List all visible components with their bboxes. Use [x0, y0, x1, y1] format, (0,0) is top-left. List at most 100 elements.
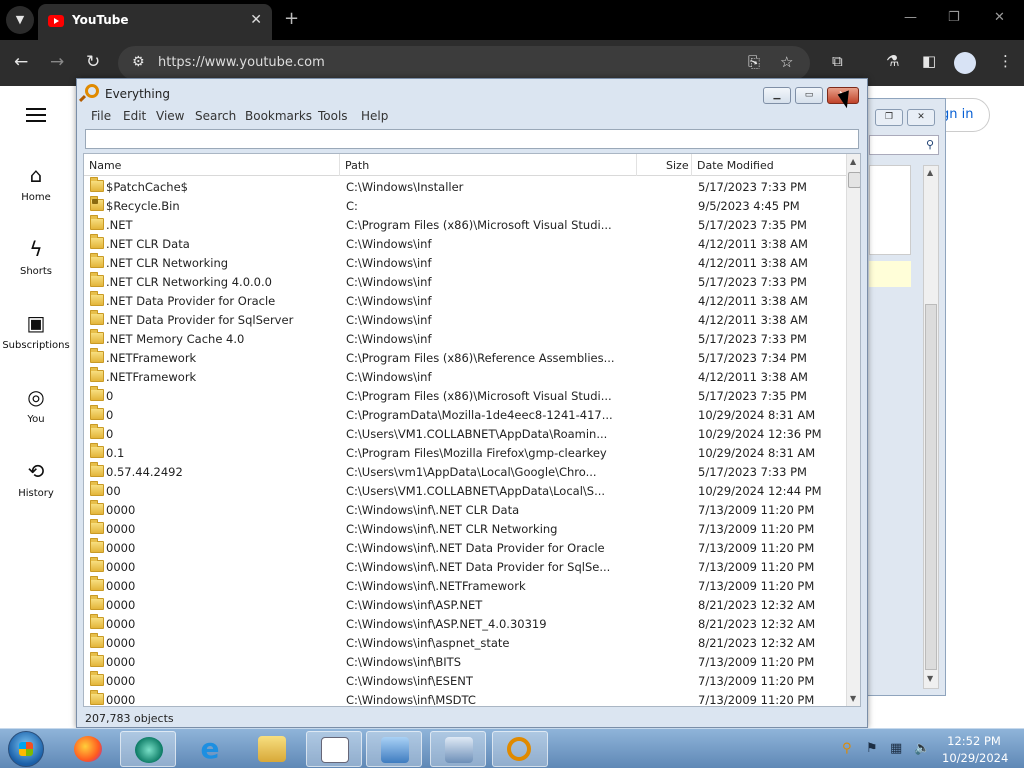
column-separator[interactable] [691, 154, 692, 176]
volume-icon[interactable]: 🔈 [914, 741, 930, 756]
table-row[interactable]: 0000 C:\Windows\inf\ESENT 7/13/2009 11:20 … [84, 671, 846, 690]
table-row[interactable]: .NET Data Provider for SqlServer C:\Windo… [84, 310, 846, 329]
taskbar-remote-desktop[interactable] [430, 731, 486, 767]
table-row[interactable]: 00 C:\Users\VM1.COLLABNET\AppData\Local\S… [84, 481, 846, 500]
install-app-icon[interactable]: ⎘ [748, 53, 760, 71]
site-info-icon[interactable]: ⚙ [132, 54, 145, 70]
bg-close-button[interactable]: ✕ [907, 109, 935, 126]
column-path[interactable]: Path [345, 159, 369, 172]
sidebar-item-shorts[interactable]: ϟ Shorts [0, 236, 72, 277]
scroll-down-icon[interactable]: ▼ [927, 674, 933, 683]
everything-tray-icon[interactable]: ⚲ [842, 741, 852, 756]
column-date-modified[interactable]: Date Modified [697, 159, 774, 172]
minimize-button[interactable]: ▁ [763, 87, 791, 104]
maximize-button[interactable]: ▭ [795, 87, 823, 104]
address-bar[interactable]: ⚙ https://www.youtube.com ⎘ ☆ [118, 46, 810, 80]
side-panel-icon[interactable]: ◧ [922, 52, 936, 70]
table-row[interactable]: 0.57.44.2492 C:\Users\vm1\AppData\Local\G… [84, 462, 846, 481]
table-row[interactable]: .NET CLR Networking C:\Windows\inf 4/12/20… [84, 253, 846, 272]
table-row[interactable]: 0000 C:\Windows\inf\aspnet_state 8/21/2023… [84, 633, 846, 652]
table-row[interactable]: .NET Memory Cache 4.0 C:\Windows\inf 5/17/… [84, 329, 846, 348]
sidebar-item-you[interactable]: ◎ You [0, 384, 72, 425]
menu-file[interactable]: File [91, 109, 111, 123]
table-row[interactable]: 0000 C:\Windows\inf\MSDTC 7/13/2009 11:20 … [84, 690, 846, 706]
search-input[interactable] [85, 129, 859, 149]
bg-search-field[interactable]: ⚲ [869, 135, 939, 155]
start-button[interactable] [8, 731, 44, 767]
taskbar-app-green[interactable] [120, 731, 176, 767]
sidebar-label: Shorts [19, 266, 53, 277]
table-row[interactable]: .NET CLR Networking 4.0.0.0 C:\Windows\in… [84, 272, 846, 291]
folder-icon [90, 291, 104, 306]
table-row[interactable]: $PatchCache$ C:\Windows\Installer 5/17/202… [84, 177, 846, 196]
bg-scrollbar[interactable]: ▲ ▼ [923, 165, 939, 689]
forward-icon[interactable]: → [50, 52, 64, 72]
menu-tools[interactable]: Tools [318, 109, 348, 123]
column-separator[interactable] [339, 154, 340, 176]
table-row[interactable]: 0000 C:\Windows\inf\.NET CLR Networking 7/… [84, 519, 846, 538]
extensions-icon[interactable]: ⧉ [832, 52, 843, 70]
taskbar-file-explorer[interactable] [244, 731, 300, 767]
clock-date[interactable]: 10/29/2024 [942, 751, 1008, 765]
menu-view[interactable]: View [156, 109, 184, 123]
tab-close-icon[interactable]: ✕ [250, 12, 262, 28]
hamburger-menu-icon[interactable] [26, 108, 46, 122]
restore-icon[interactable]: ❐ [948, 10, 960, 25]
table-row[interactable]: 0000 C:\Windows\inf\BITS 7/13/2009 11:20 P… [84, 652, 846, 671]
taskbar-document-app[interactable] [306, 731, 362, 767]
new-tab-icon[interactable]: + [284, 8, 299, 29]
sidebar-item-home[interactable]: ⌂ Home [0, 162, 72, 203]
menu-bookmarks[interactable]: Bookmarks [245, 109, 312, 123]
close-window-icon[interactable]: ✕ [994, 10, 1005, 25]
sidebar-item-history[interactable]: ⟲ History [0, 458, 72, 499]
scroll-up-icon[interactable]: ▲ [927, 168, 933, 177]
tab-search-button[interactable]: ▼ [6, 6, 34, 34]
bg-scroll-thumb[interactable] [925, 304, 937, 670]
taskbar-internet-explorer[interactable]: e [182, 731, 238, 767]
scroll-down-icon[interactable]: ▼ [850, 694, 856, 703]
table-row[interactable]: $Recycle.Bin C: 9/5/2023 4:45 PM [84, 196, 846, 215]
table-row[interactable]: .NETFramework C:\Windows\inf 4/12/2011 3:3… [84, 367, 846, 386]
reload-icon[interactable]: ↻ [86, 52, 100, 72]
table-row[interactable]: .NET C:\Program Files (x86)\Microsoft Vis… [84, 215, 846, 234]
flag-icon[interactable]: ⚑ [866, 741, 878, 756]
table-row[interactable]: .NET Data Provider for Oracle C:\Windows\… [84, 291, 846, 310]
table-row[interactable]: 0000 C:\Windows\inf\.NET Data Provider fo… [84, 538, 846, 557]
taskbar-firefox[interactable] [60, 731, 116, 767]
taskbar-everything[interactable] [492, 731, 548, 767]
column-name[interactable]: Name [89, 159, 121, 172]
everything-titlebar[interactable]: Everything ▁ ▭ ✕ [77, 79, 867, 107]
table-row[interactable]: .NETFramework C:\Program Files (x86)\Refe… [84, 348, 846, 367]
back-icon[interactable]: ← [14, 52, 28, 72]
column-size[interactable]: Size [666, 159, 689, 172]
bg-restore-button[interactable]: ❐ [875, 109, 903, 126]
clock-time[interactable]: 12:52 PM [942, 734, 1006, 748]
table-row[interactable]: .NET CLR Data C:\Windows\inf 4/12/2011 3:3… [84, 234, 846, 253]
menu-search[interactable]: Search [195, 109, 236, 123]
table-row[interactable]: 0 C:\Program Files (x86)\Microsoft Visual… [84, 386, 846, 405]
network-icon[interactable]: ▦ [890, 741, 902, 756]
table-row[interactable]: 0.1 C:\Program Files\Mozilla Firefox\gmp-… [84, 443, 846, 462]
tab-youtube[interactable]: YouTube ✕ [38, 4, 272, 40]
table-row[interactable]: 0 C:\Users\VM1.COLLABNET\AppData\Roamin..… [84, 424, 846, 443]
minimize-icon[interactable]: — [904, 10, 917, 25]
menu-edit[interactable]: Edit [123, 109, 146, 123]
table-row[interactable]: 0000 C:\Windows\inf\ASP.NET 8/21/2023 12:3… [84, 595, 846, 614]
profile-avatar-icon[interactable] [954, 52, 976, 74]
table-row[interactable]: 0 C:\ProgramData\Mozilla-1de4eec8-1241-41… [84, 405, 846, 424]
sidebar-item-subscriptions[interactable]: ▣ Subscriptions [0, 310, 72, 351]
menu-help[interactable]: Help [361, 109, 388, 123]
results-scrollbar[interactable]: ▲ ▼ [846, 154, 860, 706]
table-row[interactable]: 0000 C:\Windows\inf\ASP.NET_4.0.30319 8/21… [84, 614, 846, 633]
table-row[interactable]: 0000 C:\Windows\inf\.NETFramework 7/13/200… [84, 576, 846, 595]
column-separator[interactable] [636, 154, 637, 176]
scroll-up-icon[interactable]: ▲ [850, 157, 856, 166]
menu-kebab-icon[interactable]: ⋮ [998, 52, 1013, 70]
document-icon [321, 737, 349, 763]
labs-flask-icon[interactable]: ⚗ [886, 52, 899, 70]
table-row[interactable]: 0000 C:\Windows\inf\.NET Data Provider fo… [84, 557, 846, 576]
taskbar-control-panel[interactable] [366, 731, 422, 767]
scroll-thumb[interactable] [848, 172, 860, 188]
bookmark-star-icon[interactable]: ☆ [780, 53, 793, 71]
table-row[interactable]: 0000 C:\Windows\inf\.NET CLR Data 7/13/200… [84, 500, 846, 519]
